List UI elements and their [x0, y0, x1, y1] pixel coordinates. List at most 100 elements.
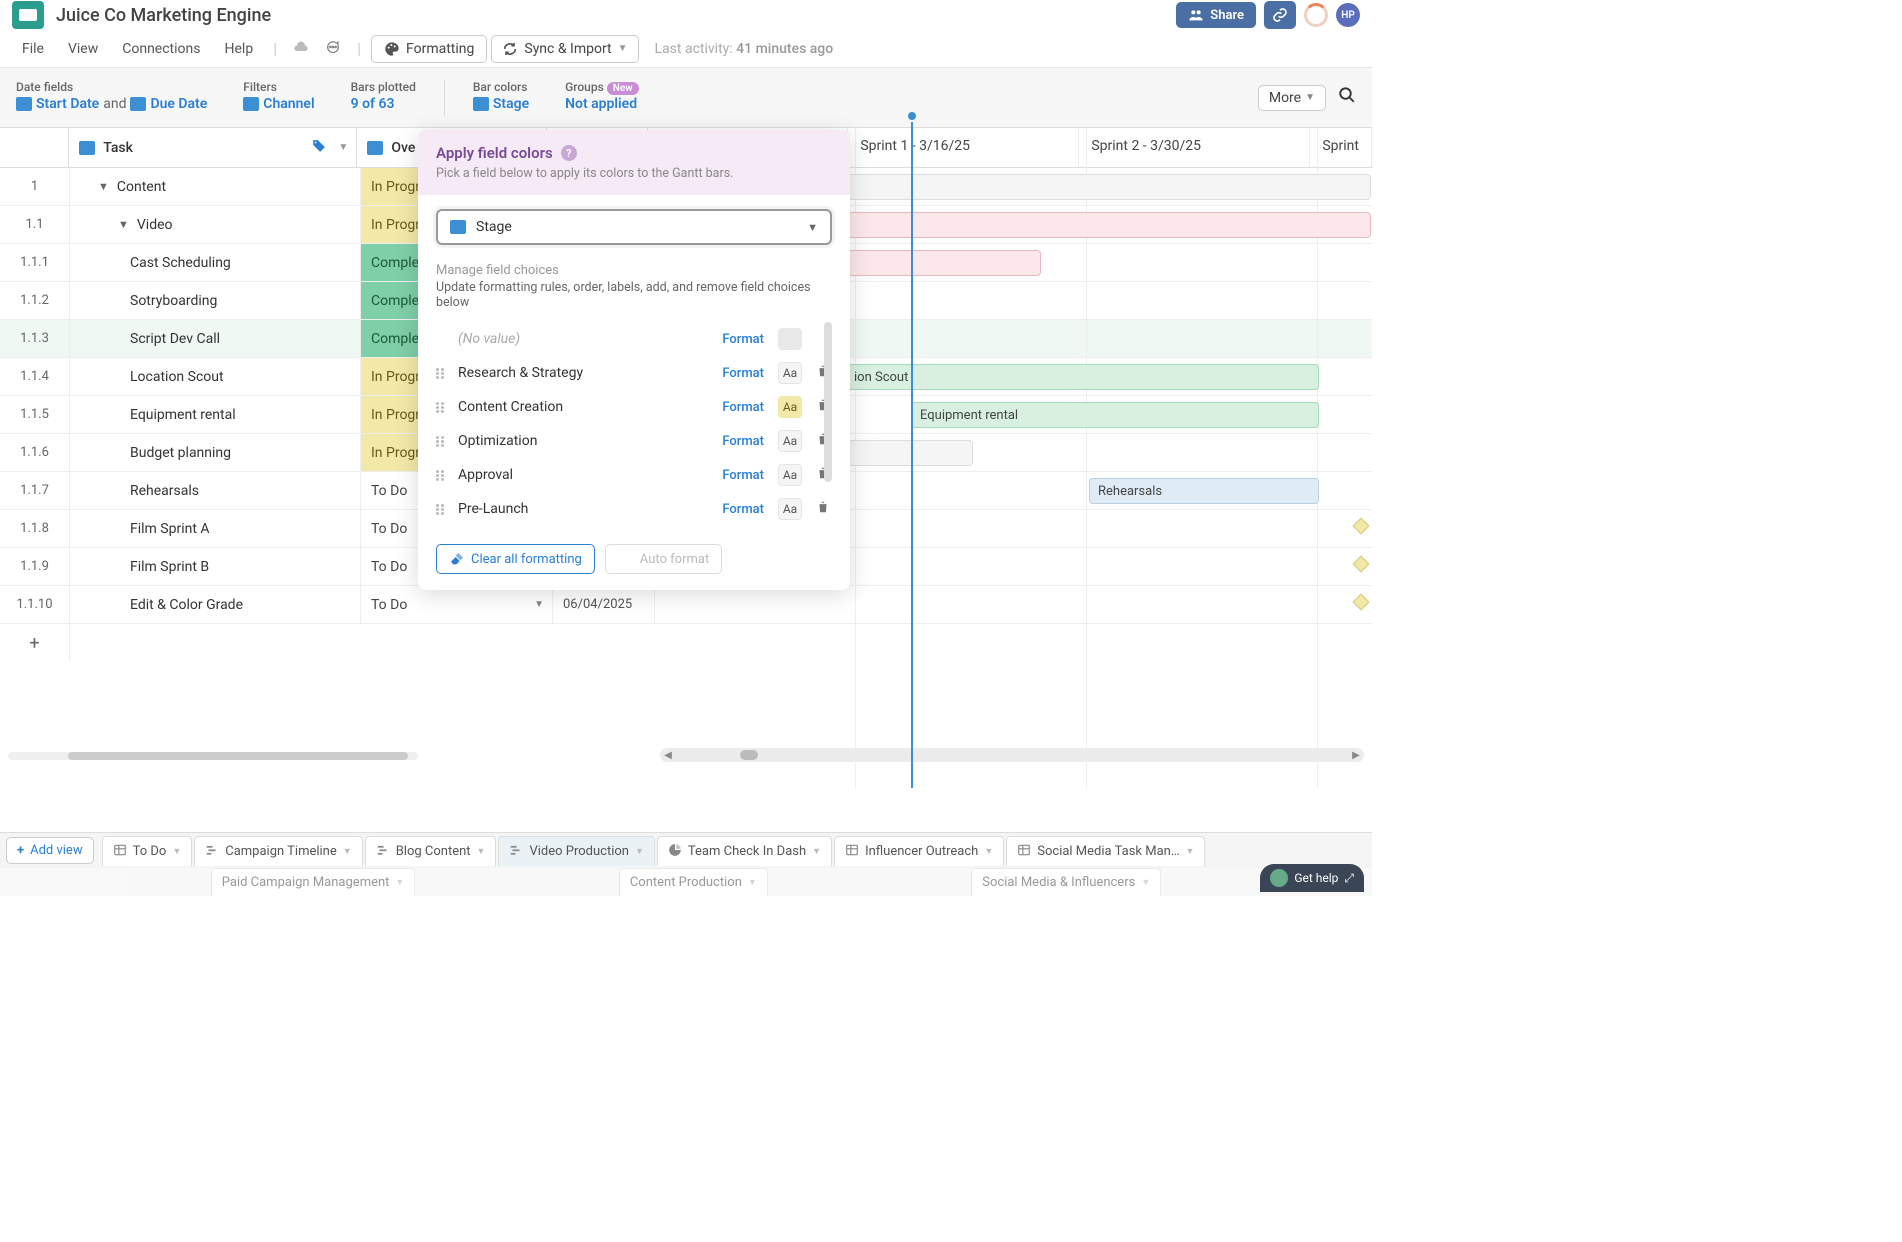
- chevron-down-icon[interactable]: ▼: [1141, 877, 1150, 888]
- view-tab[interactable]: Influencer Outreach▼: [834, 836, 1004, 866]
- choice-label[interactable]: Content Creation: [458, 399, 714, 415]
- view-tab[interactable]: Blog Content▼: [365, 836, 497, 866]
- scroll-right-icon[interactable]: ▶: [1348, 750, 1364, 761]
- field-select-dropdown[interactable]: Stage ▼: [436, 209, 832, 245]
- choice-scrollbar[interactable]: [824, 322, 832, 482]
- color-swatch[interactable]: Aa: [778, 464, 802, 486]
- drag-handle-icon[interactable]: [436, 504, 450, 515]
- format-link[interactable]: Format: [722, 400, 764, 415]
- task-cell[interactable]: Script Dev Call: [70, 320, 361, 357]
- choice-label[interactable]: Approval: [458, 467, 714, 483]
- format-link[interactable]: Format: [722, 366, 764, 381]
- add-row-button[interactable]: +: [0, 624, 70, 662]
- choice-label[interactable]: Optimization: [458, 433, 714, 449]
- gantt-h-scrollbar[interactable]: ◀ ▶: [660, 748, 1364, 762]
- col-task-header[interactable]: Task ▼: [69, 128, 357, 167]
- filter-date-fields[interactable]: Date fields Start Date and Due Date: [16, 80, 207, 116]
- view-tab[interactable]: Social Media & Influencers▼: [971, 868, 1161, 896]
- view-tab[interactable]: Paid Campaign Management▼: [211, 868, 416, 896]
- task-cell[interactable]: ▼ Content: [70, 168, 361, 205]
- table-row[interactable]: 1.1.10 Edit & Color Grade To Do ▼ 06/04/…: [0, 586, 1372, 624]
- task-cell[interactable]: Film Sprint A: [70, 510, 361, 547]
- expand-caret-icon[interactable]: ▼: [98, 180, 109, 193]
- gantt-bar[interactable]: Equipment rental: [911, 402, 1319, 428]
- task-cell[interactable]: Edit & Color Grade: [70, 586, 361, 623]
- task-cell[interactable]: Cast Scheduling: [70, 244, 361, 281]
- chevron-down-icon[interactable]: ▼: [343, 846, 352, 857]
- view-tab[interactable]: To Do▼: [102, 836, 193, 866]
- choice-label[interactable]: Research & Strategy: [458, 365, 714, 381]
- view-tab[interactable]: Team Check In Dash▼: [657, 836, 832, 866]
- help-icon[interactable]: ?: [561, 145, 577, 161]
- search-icon[interactable]: [1338, 86, 1356, 109]
- chevron-down-icon[interactable]: ▼: [635, 846, 644, 857]
- task-cell[interactable]: Rehearsals: [70, 472, 361, 509]
- menu-connections[interactable]: Connections: [112, 37, 210, 61]
- comments-icon[interactable]: [319, 39, 347, 59]
- task-cell[interactable]: Film Sprint B: [70, 548, 361, 585]
- menu-file[interactable]: File: [12, 37, 54, 61]
- share-button[interactable]: Share: [1176, 2, 1256, 28]
- task-cell[interactable]: Budget planning: [70, 434, 361, 471]
- color-swatch[interactable]: Aa: [778, 362, 802, 384]
- user-avatar[interactable]: HP: [1336, 3, 1360, 27]
- color-swatch[interactable]: Aa: [778, 498, 802, 520]
- cloud-icon[interactable]: [287, 39, 315, 59]
- tag-icon[interactable]: [312, 138, 326, 157]
- gantt-bar[interactable]: Rehearsals: [1089, 478, 1319, 504]
- task-cell[interactable]: ▼ Video: [70, 206, 361, 243]
- menu-help[interactable]: Help: [215, 37, 264, 61]
- field-chip-icon: [243, 97, 259, 111]
- view-tab[interactable]: Social Media Task Man…▼: [1006, 836, 1205, 866]
- chevron-down-icon[interactable]: ▼: [984, 846, 993, 857]
- task-cell[interactable]: Location Scout: [70, 358, 361, 395]
- sync-import-button[interactable]: Sync & Import ▼: [491, 35, 638, 63]
- chevron-down-icon[interactable]: ▼: [338, 142, 348, 153]
- drag-handle-icon[interactable]: [436, 470, 450, 481]
- task-cell[interactable]: Sotryboarding: [70, 282, 361, 319]
- filter-groups[interactable]: Groups New Not applied: [565, 80, 639, 116]
- drag-handle-icon[interactable]: [436, 402, 450, 413]
- expand-caret-icon[interactable]: ▼: [118, 218, 129, 231]
- status-cell[interactable]: To Do ▼: [361, 586, 553, 623]
- filter-filters[interactable]: Filters Channel: [243, 80, 314, 116]
- color-swatch[interactable]: Aa: [778, 430, 802, 452]
- drag-handle-icon[interactable]: [436, 368, 450, 379]
- color-swatch[interactable]: [778, 328, 802, 350]
- more-button[interactable]: More ▼: [1258, 85, 1326, 111]
- filter-bar-colors[interactable]: Bar colors Stage: [473, 80, 529, 116]
- chevron-down-icon[interactable]: ▼: [395, 877, 404, 888]
- chevron-down-icon[interactable]: ▼: [1186, 846, 1195, 857]
- menu-view[interactable]: View: [58, 37, 108, 61]
- add-view-button[interactable]: + Add view: [6, 837, 94, 864]
- plus-icon: +: [17, 843, 24, 858]
- doc-title[interactable]: Juice Co Marketing Engine: [56, 5, 271, 26]
- filter-bars-plotted[interactable]: Bars plotted 9 of 63: [351, 80, 416, 116]
- format-link[interactable]: Format: [722, 434, 764, 449]
- clear-formatting-button[interactable]: Clear all formatting: [436, 544, 595, 574]
- view-tab[interactable]: Content Production▼: [619, 868, 768, 896]
- format-link[interactable]: Format: [722, 502, 764, 517]
- drag-handle-icon[interactable]: [436, 436, 450, 447]
- chevron-down-icon[interactable]: ▼: [172, 846, 181, 857]
- format-link[interactable]: Format: [722, 332, 764, 347]
- get-help-button[interactable]: Get help ⤢: [1260, 864, 1364, 892]
- scroll-left-icon[interactable]: ◀: [660, 750, 676, 761]
- format-link[interactable]: Format: [722, 468, 764, 483]
- app-logo[interactable]: [12, 1, 44, 29]
- chevron-down-icon[interactable]: ▼: [477, 846, 486, 857]
- gantt-bar[interactable]: ion Scout: [845, 364, 1319, 390]
- task-cell[interactable]: Equipment rental: [70, 396, 361, 433]
- view-tab[interactable]: Video Production▼: [498, 836, 654, 866]
- formatting-button[interactable]: Formatting: [371, 35, 487, 63]
- chevron-down-icon[interactable]: ▼: [812, 846, 821, 857]
- choice-label[interactable]: Pre-Launch: [458, 501, 714, 517]
- copy-link-button[interactable]: [1264, 1, 1296, 29]
- gantt-bar[interactable]: [845, 440, 973, 466]
- view-tab[interactable]: Campaign Timeline▼: [194, 836, 362, 866]
- color-swatch[interactable]: Aa: [778, 396, 802, 418]
- table-h-scrollbar[interactable]: [8, 752, 418, 762]
- chevron-down-icon[interactable]: ▼: [748, 877, 757, 888]
- trash-icon[interactable]: [816, 500, 832, 518]
- date-cell[interactable]: 06/04/2025: [553, 586, 655, 623]
